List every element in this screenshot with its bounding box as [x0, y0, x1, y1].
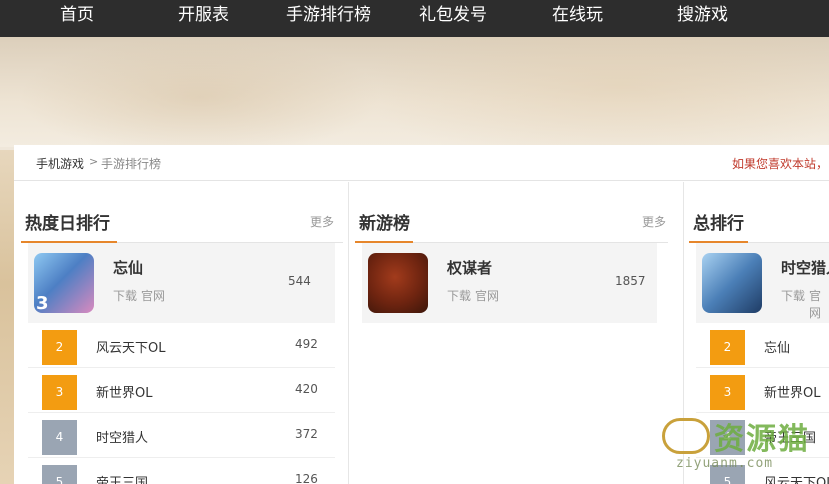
game-score: 126	[295, 472, 318, 484]
game-name[interactable]: 权谋者	[447, 257, 492, 278]
watermark-text: 资源猫	[714, 422, 810, 457]
column-divider	[348, 182, 349, 484]
panel-header: 新游榜 更多	[355, 197, 668, 243]
panel-title: 总排行	[693, 214, 744, 234]
nav-server-list[interactable]: 开服表	[178, 0, 229, 37]
download-link[interactable]: 下载	[781, 287, 805, 304]
ranking-row[interactable]: 3 新世界OL 420	[28, 368, 335, 413]
panel-title: 新游榜	[359, 214, 410, 234]
nav-search-games[interactable]: 搜游戏	[677, 0, 728, 37]
official-site-link[interactable]: 官网	[809, 287, 829, 321]
game-score: 420	[295, 382, 318, 396]
hot-daily-ranking-panel: 热度日排行 更多 3 忘仙 下载 官网 544 2 风云天下OL 492 3 新…	[21, 197, 343, 484]
ranking-row[interactable]: 4 时空猎人 372	[28, 413, 335, 458]
game-name[interactable]: 忘仙	[764, 337, 790, 356]
panel-header: 总排行	[689, 197, 829, 243]
nav-gift-codes[interactable]: 礼包发号	[419, 0, 487, 37]
ranking-row[interactable]: 5 帝王三国 126	[28, 458, 335, 484]
favorite-notice[interactable]: 如果您喜欢本站，	[732, 155, 828, 172]
more-link[interactable]: 更多	[310, 213, 334, 230]
official-site-link[interactable]: 官网	[475, 287, 499, 304]
game-score: 492	[295, 337, 318, 351]
top-ranked-game-card[interactable]: 权谋者 下载 官网 1857	[362, 243, 657, 323]
game-score: 372	[295, 427, 318, 441]
download-link[interactable]: 下载	[447, 287, 471, 304]
game-name[interactable]: 风云天下OL	[96, 337, 165, 356]
panel-header: 热度日排行 更多	[21, 197, 343, 243]
rank-badge: 5	[42, 465, 77, 484]
icon-rank-number: 3	[36, 293, 49, 314]
rank-badge: 3	[710, 375, 745, 410]
game-name[interactable]: 时空猎人	[96, 427, 148, 446]
breadcrumb-bar: 手机游戏 > 手游排行榜 如果您喜欢本站，	[14, 145, 829, 181]
panel-title: 热度日排行	[25, 214, 110, 234]
rank-badge: 2	[710, 330, 745, 365]
breadcrumb-separator: >	[89, 155, 99, 168]
nav-play-online[interactable]: 在线玩	[552, 0, 603, 37]
site-watermark: 资源猫 ziyuanm.com	[662, 412, 827, 482]
game-score: 544	[288, 274, 311, 288]
official-site-link[interactable]: 官网	[141, 287, 165, 304]
game-name[interactable]: 新世界OL	[764, 382, 820, 401]
breadcrumb-home-link[interactable]: 手机游戏	[36, 155, 84, 172]
top-nav: 首页 开服表 手游排行榜 礼包发号 在线玩 搜游戏	[0, 0, 829, 37]
more-link[interactable]: 更多	[642, 213, 666, 230]
game-icon-wangxian[interactable]: 3	[34, 253, 94, 314]
game-name[interactable]: 新世界OL	[96, 382, 152, 401]
cat-logo-icon	[662, 418, 710, 454]
game-icon-quanmouzhe[interactable]	[368, 253, 428, 313]
game-name[interactable]: 时空猎人	[781, 257, 829, 278]
game-icon-shikonglieren[interactable]	[702, 253, 762, 313]
top-ranked-game-card[interactable]: 时空猎人 下载 官网	[696, 243, 829, 323]
game-score: 1857	[615, 274, 646, 288]
breadcrumb-current: 手游排行榜	[101, 157, 162, 171]
rank-badge: 4	[42, 420, 77, 455]
download-link[interactable]: 下载	[113, 287, 137, 304]
game-name[interactable]: 帝王三国	[96, 472, 148, 484]
new-games-panel: 新游榜 更多 权谋者 下载 官网 1857	[355, 197, 668, 484]
nav-mobile-game-ranking[interactable]: 手游排行榜	[286, 0, 371, 37]
ranking-row[interactable]: 2 忘仙	[696, 323, 829, 368]
watermark-domain: ziyuanm.com	[676, 456, 774, 471]
ranking-row[interactable]: 2 风云天下OL 492	[28, 323, 335, 368]
game-name[interactable]: 忘仙	[113, 257, 143, 278]
nav-home[interactable]: 首页	[60, 0, 94, 37]
rank-badge: 3	[42, 375, 77, 410]
rank-badge: 2	[42, 330, 77, 365]
top-ranked-game-card[interactable]: 3 忘仙 下载 官网 544	[28, 243, 335, 323]
ranking-row[interactable]: 3 新世界OL	[696, 368, 829, 413]
header-banner	[0, 37, 829, 147]
